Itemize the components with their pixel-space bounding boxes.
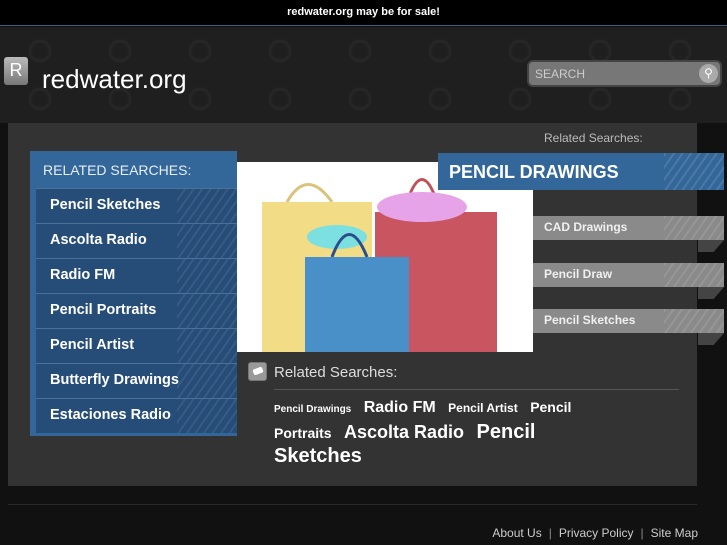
search-input[interactable] bbox=[535, 66, 685, 82]
related-searches-title: RELATED SEARCHES: bbox=[43, 162, 192, 178]
cloud-link[interactable]: Ascolta Radio bbox=[344, 422, 464, 442]
separator: | bbox=[548, 526, 552, 540]
footer-link-sitemap[interactable]: Site Map bbox=[651, 526, 698, 540]
related-link[interactable]: Ascolta Radio bbox=[36, 223, 237, 258]
button-shadow bbox=[698, 333, 724, 345]
search-box: ⚲ bbox=[527, 60, 722, 87]
related-button[interactable]: Pencil Draw bbox=[533, 263, 724, 287]
related-button[interactable]: CAD Drawings bbox=[533, 216, 724, 240]
site-name[interactable]: redwater.org bbox=[42, 64, 187, 95]
separator: | bbox=[640, 526, 644, 540]
related-searches-label: Related Searches: bbox=[544, 131, 643, 145]
cloud-link[interactable]: Pencil Drawings bbox=[274, 404, 351, 415]
related-link[interactable]: Butterfly Drawings bbox=[36, 363, 237, 398]
related-searches-list: Pencil Sketches Ascolta Radio Radio FM P… bbox=[30, 151, 237, 436]
cloud-link[interactable]: Radio FM bbox=[364, 399, 436, 416]
related-link[interactable]: Pencil Sketches bbox=[36, 188, 237, 223]
related-link[interactable]: Pencil Portraits bbox=[36, 293, 237, 328]
shopping-bags-image bbox=[237, 162, 533, 352]
divider bbox=[274, 389, 679, 390]
related-link[interactable]: Radio FM bbox=[36, 258, 237, 293]
related-link[interactable]: Pencil Artist bbox=[36, 328, 237, 363]
related-button[interactable]: Pencil Sketches bbox=[533, 309, 724, 333]
related-link[interactable]: Estaciones Radio bbox=[36, 398, 237, 433]
button-shadow bbox=[698, 287, 724, 299]
footer-link-about[interactable]: About Us bbox=[492, 526, 541, 540]
tag-cloud: Pencil Drawings Radio FM Pencil Artist P… bbox=[274, 396, 634, 469]
sale-banner: redwater.org may be for sale! bbox=[0, 0, 727, 26]
sale-text: redwater.org may be for sale! bbox=[287, 6, 440, 18]
tag-icon bbox=[248, 362, 267, 381]
cloud-link[interactable]: Pencil Artist bbox=[448, 401, 518, 415]
logo-icon: R bbox=[4, 57, 28, 85]
footer-links: About Us | Privacy Policy | Site Map bbox=[492, 526, 698, 540]
featured-search-banner[interactable]: PENCIL DRAWINGS bbox=[438, 153, 724, 190]
button-shadow bbox=[698, 240, 724, 252]
footer-link-privacy[interactable]: Privacy Policy bbox=[559, 526, 634, 540]
search-icon[interactable]: ⚲ bbox=[699, 64, 718, 83]
related-searches-heading: Related Searches: bbox=[274, 364, 398, 381]
footer-divider bbox=[8, 504, 697, 505]
